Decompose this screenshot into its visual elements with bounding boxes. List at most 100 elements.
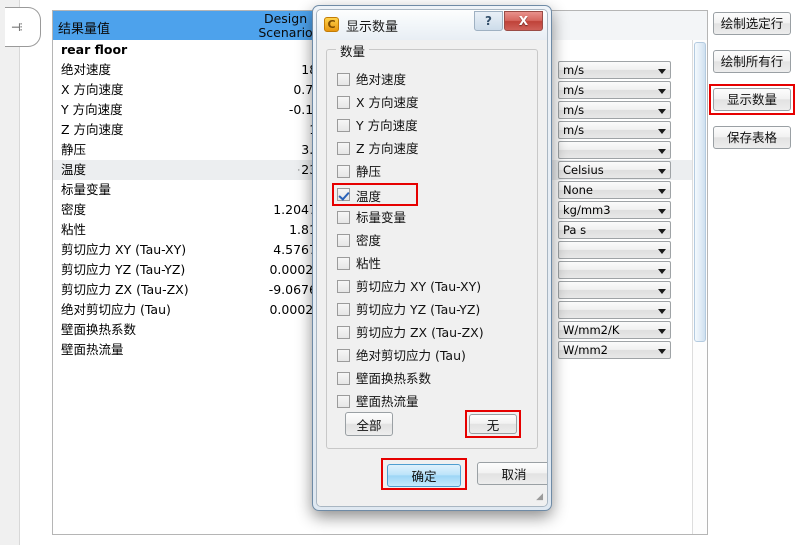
quantity-checkbox-item[interactable]: Y 方向速度	[337, 114, 531, 137]
quantity-checkbox-label: 静压	[356, 164, 382, 179]
cancel-button[interactable]: 取消	[477, 462, 547, 485]
quantity-checkbox-item[interactable]: 绝对速度	[337, 68, 531, 91]
unit-cell: Celsius	[558, 160, 678, 180]
row-label: 壁面换热系数	[61, 322, 137, 337]
checkbox-unchecked-icon[interactable]	[337, 119, 350, 132]
quantity-checkbox-label: 标量变量	[356, 210, 407, 225]
unit-dropdown[interactable]	[558, 301, 671, 319]
unit-dropdown[interactable]: W/mm2	[558, 341, 671, 359]
unit-cell	[558, 280, 678, 300]
unit-dropdown[interactable]: m/s	[558, 101, 671, 119]
unit-cell	[558, 260, 678, 280]
quantity-checkbox-item[interactable]: 粘性	[337, 252, 531, 275]
select-none-button[interactable]: 无	[469, 414, 517, 434]
row-label: X 方向速度	[61, 82, 124, 97]
unit-dropdown[interactable]	[558, 241, 671, 259]
resize-grip-icon[interactable]: ◢	[531, 491, 543, 503]
checkbox-unchecked-icon[interactable]	[337, 142, 350, 155]
quantity-checkbox-label: 温度	[356, 189, 382, 204]
side-button-highlight: 显示数量	[709, 84, 795, 115]
unit-cell: m/s	[558, 60, 678, 80]
dialog-body: 数量 绝对速度 X 方向速度 Y 方向速度 Z 方向速度静压温度标量变量密度粘性剪切应…	[317, 40, 547, 506]
quantity-checkbox-label: 壁面换热系数	[356, 371, 432, 386]
quantity-checkbox-item[interactable]: 壁面换热系数	[337, 367, 531, 390]
chevron-down-icon	[658, 229, 666, 234]
unit-dropdown[interactable]	[558, 281, 671, 299]
dialog-title-bar[interactable]: C 显示数量 ? X	[317, 10, 547, 41]
checkbox-unchecked-icon[interactable]	[337, 257, 350, 270]
checkbox-unchecked-icon[interactable]	[337, 96, 350, 109]
unit-dropdown[interactable]: Pa s	[558, 221, 671, 239]
quantity-checkbox-item[interactable]: 温度	[332, 183, 418, 206]
chevron-down-icon	[658, 289, 666, 294]
dock-handle-icon: ⊣⫶	[11, 21, 22, 34]
checkbox-unchecked-icon[interactable]	[337, 73, 350, 86]
side-button-3[interactable]: 保存表格	[713, 126, 791, 149]
unit-dropdown[interactable]: m/s	[558, 121, 671, 139]
dock-handle-tab[interactable]: ⊣⫶	[5, 7, 41, 47]
side-button-0[interactable]: 绘制选定行	[713, 12, 791, 35]
unit-cell-spacer	[558, 40, 678, 60]
unit-dropdown[interactable]: kg/mm3	[558, 201, 671, 219]
quantity-checkbox-item[interactable]: 剪切应力 ZX (Tau-ZX)	[337, 321, 531, 344]
unit-cell: m/s	[558, 120, 678, 140]
select-all-button[interactable]: 全部	[345, 412, 393, 436]
unit-dropdown[interactable]: m/s	[558, 61, 671, 79]
side-button-wrap: 绘制所有行	[709, 46, 795, 77]
checkbox-unchecked-icon[interactable]	[337, 303, 350, 316]
chevron-down-icon	[658, 269, 666, 274]
unit-dropdown[interactable]: Celsius	[558, 161, 671, 179]
row-label: 标量变量	[61, 182, 112, 197]
unit-dropdown[interactable]	[558, 261, 671, 279]
unit-dropdown[interactable]: m/s	[558, 81, 671, 99]
dialog-title: 显示数量	[346, 20, 399, 35]
quantity-checkbox-item[interactable]: 绝对剪切应力 (Tau)	[337, 344, 531, 367]
chevron-down-icon	[658, 209, 666, 214]
ok-button[interactable]: 确定	[387, 464, 461, 487]
side-button-2[interactable]: 显示数量	[713, 88, 791, 111]
row-label: 粘性	[61, 222, 87, 237]
checkbox-unchecked-icon[interactable]	[337, 349, 350, 362]
checkbox-unchecked-icon[interactable]	[337, 234, 350, 247]
unit-cells-container: m/s m/s m/s m/s Celsius None kg/mm3 Pa s W/mm2/K…	[558, 60, 678, 360]
close-icon[interactable]: X	[504, 11, 543, 31]
checkbox-checked-icon[interactable]	[337, 188, 350, 201]
checkbox-unchecked-icon[interactable]	[337, 211, 350, 224]
unit-dropdown[interactable]: None	[558, 181, 671, 199]
checkbox-unchecked-icon[interactable]	[337, 372, 350, 385]
quantity-checkbox-item[interactable]: Z 方向速度	[337, 137, 531, 160]
quantity-checkbox-item[interactable]: X 方向速度	[337, 91, 531, 114]
quantity-checkbox-item[interactable]: 剪切应力 XY (Tau-XY)	[337, 275, 531, 298]
chevron-down-icon	[658, 69, 666, 74]
quantity-checkbox-item[interactable]: 静压	[337, 160, 531, 183]
results-vertical-scrollbar[interactable]	[692, 40, 707, 534]
unit-dropdown-value: kg/mm3	[563, 203, 611, 217]
unit-dropdown-value: m/s	[563, 83, 585, 97]
quantity-checkbox-item[interactable]: 密度	[337, 229, 531, 252]
chevron-down-icon	[658, 189, 666, 194]
row-label: 壁面热流量	[61, 342, 124, 357]
quantity-checkbox-label: 剪切应力 YZ (Tau-YZ)	[356, 302, 481, 317]
help-icon[interactable]: ?	[474, 11, 503, 31]
unit-dropdown-value: W/mm2	[563, 343, 608, 357]
row-label: 绝对剪切应力 (Tau)	[61, 302, 171, 317]
row-label: 绝对速度	[61, 62, 112, 77]
quantity-checkbox-item[interactable]: 剪切应力 YZ (Tau-YZ)	[337, 298, 531, 321]
unit-dropdown-value: W/mm2/K	[563, 323, 620, 337]
quantity-checkbox-label: 绝对速度	[356, 72, 407, 87]
checkbox-unchecked-icon[interactable]	[337, 280, 350, 293]
chevron-down-icon	[658, 149, 666, 154]
checkbox-unchecked-icon[interactable]	[337, 165, 350, 178]
quantity-checkbox-item[interactable]: 标量变量	[337, 206, 531, 229]
checkbox-unchecked-icon[interactable]	[337, 326, 350, 339]
quantity-checkbox-label: 剪切应力 ZX (Tau-ZX)	[356, 325, 484, 340]
quantities-groupbox-title: 数量	[336, 41, 370, 60]
unit-dropdown-value: Pa s	[563, 223, 587, 237]
unit-dropdown[interactable]: W/mm2/K	[558, 321, 671, 339]
quantity-checkbox-label: 粘性	[356, 256, 382, 271]
checkbox-unchecked-icon[interactable]	[337, 395, 350, 408]
scrollbar-thumb[interactable]	[694, 42, 706, 342]
unit-dropdown[interactable]	[558, 141, 671, 159]
quantity-checkbox-label: 密度	[356, 233, 382, 248]
side-button-1[interactable]: 绘制所有行	[713, 50, 791, 73]
